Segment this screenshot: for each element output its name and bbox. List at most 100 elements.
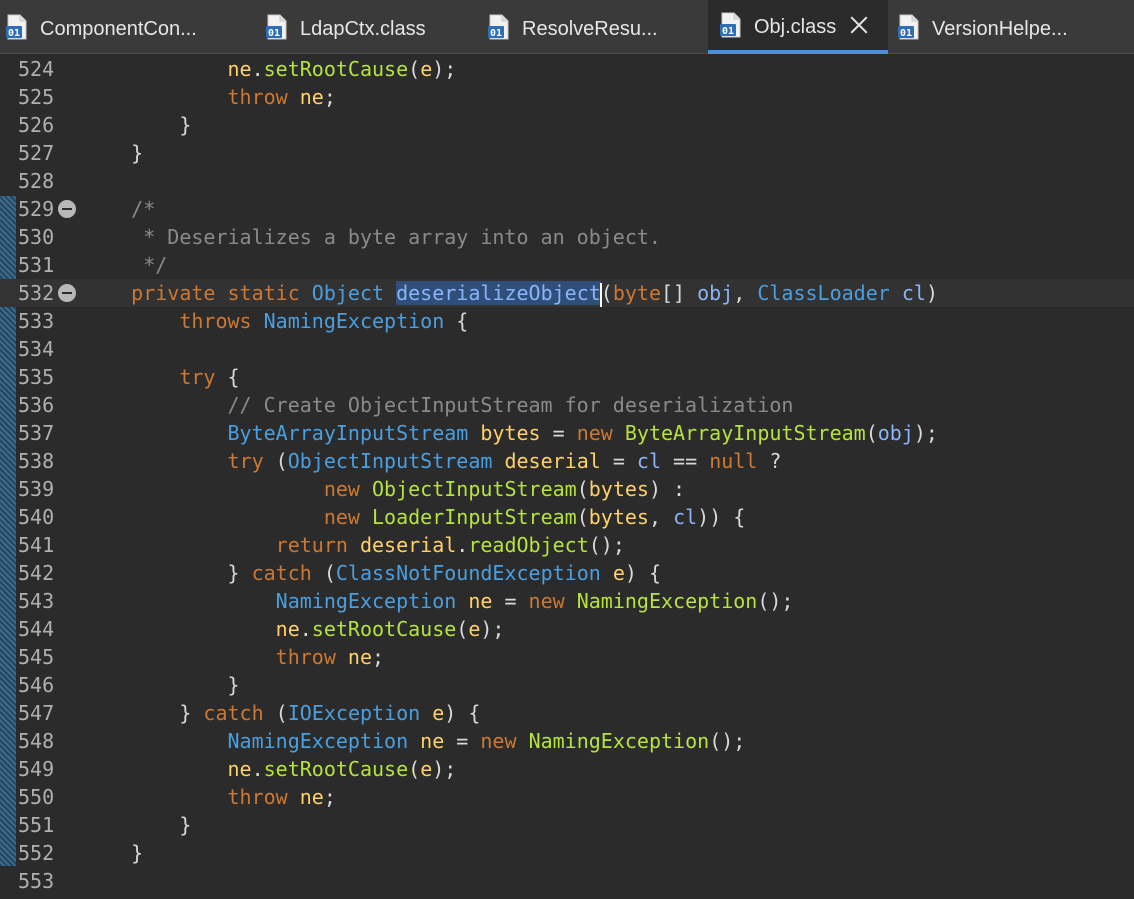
code-token: ); — [913, 421, 938, 445]
code-line[interactable]: 532 private static Object deserializeObj… — [0, 279, 1134, 307]
tab-componentcontext[interactable]: 01 ComponentCon... — [6, 0, 256, 54]
code-token: ; — [323, 85, 336, 109]
line-number: 550 — [18, 785, 55, 809]
code-line[interactable]: 547 } catch (IOException e) { — [0, 699, 1134, 727]
code-token: ne — [420, 729, 445, 753]
class-file-icon: 01 — [488, 14, 510, 40]
code-editor[interactable]: 524 ne.setRootCause(e); 525 throw ne; 526 … — [0, 54, 1134, 899]
code-token: } — [83, 141, 144, 165]
code-line[interactable]: 545 throw ne; — [0, 643, 1134, 671]
collapse-fold-icon[interactable] — [58, 284, 76, 302]
close-tab-icon[interactable] — [850, 16, 868, 34]
code-line[interactable]: 527 } — [0, 139, 1134, 167]
tab-versionhelper[interactable]: 01 VersionHelpe... — [898, 0, 1134, 54]
code-token: catch — [251, 561, 312, 585]
code-line[interactable]: 552 } — [0, 839, 1134, 867]
tab-resolveresult[interactable]: 01 ResolveResu... — [488, 0, 698, 54]
code-text: ne.setRootCause(e); — [83, 55, 457, 83]
code-line[interactable]: 534 — [0, 335, 1134, 363]
code-token: ne — [299, 85, 324, 109]
code-line[interactable]: 551 } — [0, 811, 1134, 839]
code-token: null — [709, 449, 758, 473]
code-token: = — [492, 589, 529, 613]
code-line[interactable]: 539 new ObjectInputStream(bytes) : — [0, 475, 1134, 503]
code-token: NamingException — [576, 589, 758, 613]
code-line[interactable]: 544 ne.setRootCause(e); — [0, 615, 1134, 643]
tab-ldapctx[interactable]: 01 LdapCtx.class — [266, 0, 476, 54]
line-number: 539 — [18, 477, 55, 501]
code-line[interactable]: 548 NamingException ne = new NamingExcep… — [0, 727, 1134, 755]
code-line[interactable]: 543 NamingException ne = new NamingExcep… — [0, 587, 1134, 615]
code-token: )) { — [697, 505, 746, 529]
code-line[interactable]: 540 new LoaderInputStream(bytes, cl)) { — [0, 503, 1134, 531]
code-text: throw ne; — [83, 83, 336, 111]
code-token: new — [528, 589, 565, 613]
code-token: = — [600, 449, 637, 473]
code-line[interactable]: 541 return deserial.readObject(); — [0, 531, 1134, 559]
code-line[interactable]: 553 — [0, 867, 1134, 895]
code-line[interactable]: 538 try (ObjectInputStream deserial = cl… — [0, 447, 1134, 475]
code-token: ( — [263, 449, 288, 473]
code-text: throw ne; — [83, 783, 336, 811]
line-number: 535 — [18, 365, 55, 389]
code-line[interactable]: 537 ByteArrayInputStream bytes = new Byt… — [0, 419, 1134, 447]
code-token: new — [480, 729, 517, 753]
code-token: ( — [408, 757, 421, 781]
code-line[interactable]: 549 ne.setRootCause(e); — [0, 755, 1134, 783]
code-text: ByteArrayInputStream bytes = new ByteArr… — [83, 419, 938, 447]
svg-text:01: 01 — [8, 28, 20, 39]
code-line[interactable]: 525 throw ne; — [0, 83, 1134, 111]
code-line[interactable]: 528 — [0, 167, 1134, 195]
line-number: 552 — [18, 841, 55, 865]
code-token: throw — [227, 85, 288, 109]
code-line[interactable]: 526 } — [0, 111, 1134, 139]
code-line[interactable]: 536 // Create ObjectInputStream for dese… — [0, 391, 1134, 419]
code-token: ) { — [624, 561, 662, 585]
code-token: */ — [83, 253, 168, 277]
selected-text: deserializeObject — [396, 281, 601, 305]
code-line[interactable]: 533 throws NamingException { — [0, 307, 1134, 335]
code-token: (); — [709, 729, 746, 753]
code-token: ( — [865, 421, 878, 445]
code-token: } — [83, 673, 240, 697]
code-token: } — [83, 113, 192, 137]
collapse-fold-icon[interactable] — [58, 200, 76, 218]
tab-obj-class[interactable]: 01 Obj.class — [708, 0, 888, 54]
code-text: NamingException ne = new NamingException… — [83, 587, 794, 615]
code-text: try { — [83, 363, 239, 391]
code-token: ne — [299, 785, 324, 809]
code-token: ( — [600, 281, 613, 305]
code-text: } — [83, 111, 191, 139]
svg-text:01: 01 — [490, 28, 502, 39]
code-token: cl — [673, 505, 698, 529]
code-line[interactable]: 550 throw ne; — [0, 783, 1134, 811]
code-line[interactable]: 530 * Deserializes a byte array into an … — [0, 223, 1134, 251]
code-token: catch — [203, 701, 264, 725]
code-token: ; — [372, 645, 385, 669]
code-token: NamingException — [263, 309, 445, 333]
line-number: 548 — [18, 729, 55, 753]
code-token: [] — [661, 281, 698, 305]
code-line[interactable]: 524 ne.setRootCause(e); — [0, 55, 1134, 83]
line-number: 531 — [18, 253, 55, 277]
code-text: private static Object deserializeObject(… — [83, 279, 938, 307]
code-token: ne — [347, 645, 373, 669]
code-token: obj — [697, 281, 734, 305]
code-line[interactable]: 531 */ — [0, 251, 1134, 279]
code-token: ); — [432, 57, 457, 81]
code-line[interactable]: 542 } catch (ClassNotFoundException e) { — [0, 559, 1134, 587]
code-line[interactable]: 529 /* — [0, 195, 1134, 223]
code-token: obj — [877, 421, 914, 445]
code-line[interactable]: 535 try { — [0, 363, 1134, 391]
code-token: e — [612, 561, 625, 585]
code-line[interactable]: 546 } — [0, 671, 1134, 699]
code-token: readObject — [468, 533, 589, 557]
